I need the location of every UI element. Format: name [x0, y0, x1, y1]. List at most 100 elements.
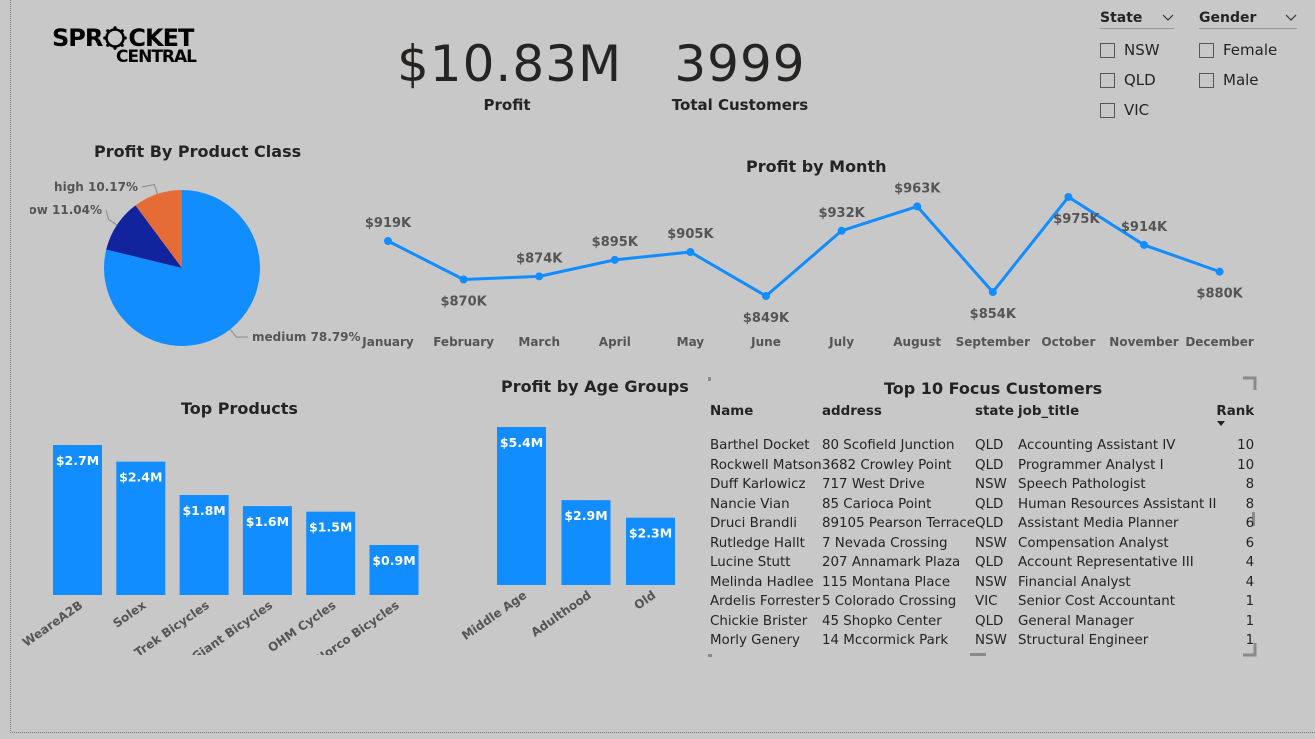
top-focus-customers-visual: Top 10 Focus Customers Name address stat… — [698, 376, 1258, 658]
line-point-november[interactable] — [1140, 240, 1148, 249]
bar-data-label: $5.4M — [500, 435, 543, 450]
state-option-nsw[interactable]: NSW — [1100, 41, 1174, 59]
cell-state: QLD — [975, 496, 1004, 512]
line-point-february[interactable] — [459, 275, 468, 284]
cell-address: 5 Colorado Crossing — [822, 594, 957, 610]
profit-by-month-line-chart: $919K January $870K February $874K March $895K… — [361, 181, 1254, 349]
cell-rank: 8 — [1245, 496, 1255, 512]
cell-name: Melinda Hadlee — [710, 574, 814, 590]
checkbox[interactable] — [1100, 72, 1115, 88]
state-slicer-header[interactable]: State — [1100, 10, 1174, 29]
cell-address: 45 Shopko Center — [822, 613, 942, 629]
line-data-label: $975K — [1053, 212, 1100, 227]
gender-slicer-header[interactable]: Gender — [1199, 10, 1297, 29]
gender-slicer: Gender Female Male — [1199, 10, 1297, 89]
line-data-label: $914K — [1121, 220, 1168, 235]
kpi-profit: $10.83M Profit — [397, 35, 623, 114]
cell-address: 207 Annamark Plaza — [822, 555, 961, 571]
table-row[interactable]: Nancie Vian 85 Carioca Point QLD Human Reso… — [710, 495, 1254, 515]
resize-handle-bottom[interactable] — [970, 653, 986, 656]
checkbox[interactable] — [1199, 42, 1214, 58]
gender-option-female[interactable]: Female — [1199, 41, 1297, 59]
resize-handle-top-right[interactable] — [1243, 376, 1257, 390]
bar-category-label: Middle Age — [459, 588, 529, 643]
line-data-label: $932K — [818, 206, 865, 221]
state-option-qld[interactable]: QLD — [1100, 71, 1174, 89]
line-point-october[interactable] — [1064, 193, 1073, 201]
checkbox[interactable] — [1100, 102, 1115, 118]
column-header-rank[interactable]: Rank — [1216, 402, 1254, 436]
chevron-down-icon[interactable] — [1162, 14, 1174, 22]
cell-rank: 10 — [1237, 457, 1255, 473]
column-header-address[interactable]: address — [822, 402, 975, 436]
table-row[interactable]: Morly Genery 14 Mccormick Park NSW Structur… — [710, 631, 1254, 651]
bar-middle-age[interactable] — [497, 427, 546, 585]
line-point-september[interactable] — [988, 288, 997, 297]
line-point-june[interactable] — [762, 292, 770, 300]
state-option-label: VIC — [1124, 101, 1150, 119]
state-option-vic[interactable]: VIC — [1100, 101, 1174, 119]
line-point-may[interactable] — [686, 248, 695, 256]
line-point-december[interactable] — [1215, 267, 1224, 276]
cell-rank: 8 — [1245, 477, 1255, 493]
line-point-january[interactable] — [384, 237, 392, 245]
cell-address: 14 Mccormick Park — [822, 633, 949, 649]
state-slicer-title: State — [1100, 10, 1143, 26]
bar-data-label: $2.7M — [56, 453, 99, 468]
line-data-label: $963K — [894, 181, 941, 196]
table-row[interactable]: Chickie Brister 45 Shopko Center QLD Genera… — [710, 612, 1254, 632]
table-row[interactable]: Duff Karlowicz 717 West Drive NSW Speech Pa… — [710, 475, 1254, 495]
chevron-down-icon[interactable] — [1285, 14, 1297, 22]
cell-name: Nancie Vian — [710, 496, 790, 512]
cell-name: Ardelis Forrester — [710, 594, 820, 610]
sort-descending-icon — [1217, 421, 1226, 426]
table-row[interactable]: Lucine Stutt 207 Annamark Plaza QLD Account… — [710, 553, 1254, 573]
resize-handle-top-left[interactable] — [708, 377, 711, 381]
kpi-profit-value: $10.83M — [397, 35, 623, 93]
line-point-april[interactable] — [610, 255, 619, 264]
month-axis-label: June — [750, 335, 781, 349]
column-header-state[interactable]: state — [975, 402, 1018, 436]
cell-name: Chickie Brister — [710, 613, 808, 629]
pie-label-high: high 10.17% — [54, 180, 138, 194]
column-header-name[interactable]: Name — [710, 402, 822, 436]
table-row[interactable]: Rutledge Hallt 7 Nevada Crossing NSW Compen… — [710, 534, 1254, 554]
table-row[interactable]: Melinda Hadlee 115 Montana Place NSW Financ… — [710, 573, 1254, 593]
pie-label-medium: medium 78.79% — [252, 330, 361, 344]
bar-data-label: $2.4M — [119, 470, 162, 485]
focus-customers-table: Name address state job_title Rank Barthe… — [710, 402, 1254, 651]
line-point-march[interactable] — [535, 272, 544, 281]
table-row[interactable]: Ardelis Forrester 5 Colorado Crossing VIC S… — [710, 592, 1254, 612]
line-chart-title: Profit by Month — [746, 157, 887, 176]
cell-name: Duff Karlowicz — [710, 477, 806, 493]
cell-job-title: Human Resources Assistant II — [1018, 496, 1217, 512]
month-axis-label: January — [361, 335, 414, 349]
checkbox[interactable] — [1199, 72, 1214, 88]
resize-handle-bottom-left[interactable] — [708, 654, 712, 657]
table-row[interactable]: Rockwell Matson 3682 Crowley Point QLD Prog… — [710, 456, 1254, 476]
pie-chart-title: Profit By Product Class — [94, 142, 302, 161]
cell-state: QLD — [975, 457, 1004, 473]
cell-state: NSW — [975, 477, 1007, 493]
month-axis-label: February — [433, 335, 494, 349]
checkbox[interactable] — [1100, 42, 1115, 58]
line-point-july[interactable] — [837, 226, 846, 235]
table-header-row: Name address state job_title Rank — [710, 402, 1254, 436]
line-point-august[interactable] — [913, 202, 922, 211]
month-axis-label: December — [1185, 335, 1254, 349]
line-data-label: $874K — [516, 251, 563, 266]
cell-state: NSW — [975, 574, 1007, 590]
cell-job-title: Structural Engineer — [1018, 633, 1149, 649]
kpi-customers-label: Total Customers — [671, 96, 809, 114]
top-products-title: Top Products — [181, 399, 298, 418]
cell-rank: 10 — [1237, 438, 1255, 454]
gender-option-male[interactable]: Male — [1199, 71, 1297, 89]
table-row[interactable]: Druci Brandli 89105 Pearson Terrace QLD Ass… — [710, 514, 1254, 534]
column-header-job-title[interactable]: job_title — [1018, 402, 1216, 436]
line-data-label: $849K — [743, 311, 790, 326]
pie-label-low: low 11.04% — [30, 203, 102, 217]
month-axis-label: April — [599, 335, 631, 349]
cell-job-title: Assistant Media Planner — [1018, 516, 1179, 532]
cell-rank: 1 — [1245, 613, 1255, 629]
table-row[interactable]: Barthel Docket 80 Scofield Junction QLD Acc… — [710, 436, 1254, 456]
